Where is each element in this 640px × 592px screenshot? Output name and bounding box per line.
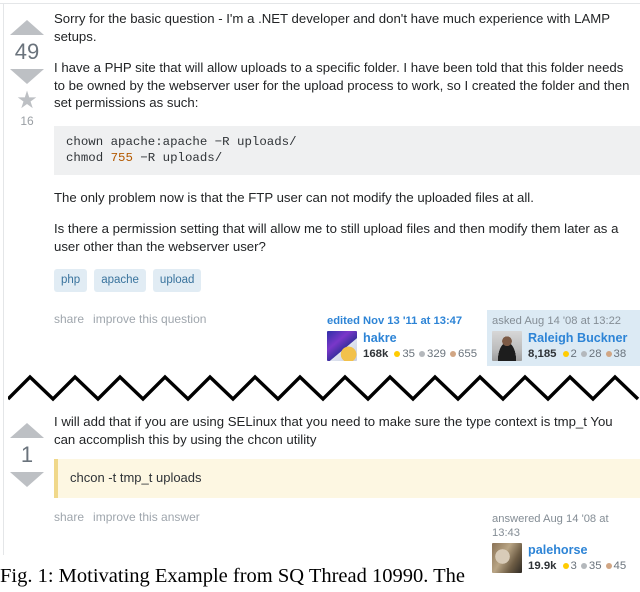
asker-username[interactable]: Raleigh Buckner (528, 331, 627, 346)
silver-badge-icon (580, 351, 587, 357)
improve-answer-link[interactable]: improve this answer (93, 510, 200, 525)
editor-gold-badge: 35 (394, 347, 415, 361)
code-line-2-number: 755 (110, 151, 133, 165)
answer-paragraph: I will add that if you are using SELinux… (54, 414, 613, 447)
editor-bronze-count: 655 (458, 348, 478, 360)
question-paragraph-1: Sorry for the basic question - I'm a .NE… (54, 11, 610, 44)
so-thread-figure: 49 ★ 16 Sorry for the basic question - I… (0, 0, 640, 592)
asker-reputation-badges: 8,185 2 28 38 (528, 347, 627, 361)
editor-user-card: edited Nov 13 '11 at 13:47 hakre 168k 35… (322, 310, 477, 366)
asker-reputation: 8,185 (528, 348, 557, 360)
asker-gold-badge: 2 (562, 347, 577, 361)
question-user-cards: edited Nov 13 '11 at 13:47 hakre 168k 35… (322, 310, 640, 366)
editor-reputation: 168k (363, 348, 389, 360)
answer-post: 1 I will add that if you are using SELin… (0, 413, 640, 578)
question-paragraph-4: Is there a permission setting that will … (54, 221, 619, 254)
question-post: 49 ★ 16 Sorry for the basic question - I… (0, 10, 640, 366)
gold-badge-icon (394, 351, 401, 357)
share-question-link[interactable]: share (54, 312, 84, 327)
bronze-badge-icon (605, 351, 612, 357)
editor-silver-badge: 329 (419, 347, 446, 361)
asker-avatar[interactable] (492, 331, 522, 361)
improve-question-link[interactable]: improve this question (93, 312, 206, 327)
question-paragraph-3: The only problem now is that the FTP use… (54, 189, 534, 205)
bronze-badge-icon (450, 351, 457, 357)
tag-apache[interactable]: apache (94, 269, 146, 292)
answer-vote-cell: 1 (0, 413, 54, 487)
editor-reputation-badges: 168k 35 329 655 (363, 347, 477, 361)
answer-body: I will add that if you are using SELinux… (54, 413, 640, 578)
question-footer: share improve this question edited Nov 1… (54, 310, 640, 366)
asker-bronze-badge: 38 (605, 347, 627, 361)
editor-username[interactable]: hakre (363, 331, 477, 346)
code-line-2-post: −R uploads/ (132, 151, 223, 165)
zigzag-divider-icon (8, 374, 640, 402)
question-vote-cell: 49 ★ 16 (0, 10, 54, 129)
answer-code-block: chcon -t tmp_t uploads (54, 459, 640, 498)
answer-vote-count: 1 (20, 442, 34, 467)
answerer-username[interactable]: palehorse (528, 543, 626, 558)
gold-badge-icon (562, 351, 569, 357)
asker-bronze-count: 38 (613, 348, 627, 360)
question-actions: share improve this question (54, 310, 206, 327)
editor-action-timestamp[interactable]: edited Nov 13 '11 at 13:47 (327, 314, 470, 328)
editor-gold-count: 35 (402, 348, 416, 360)
answer-upvote-icon[interactable] (10, 423, 44, 438)
question-favorite-count: 16 (20, 114, 34, 128)
question-code-block: chown apache:apache −R uploads/ chmod 75… (54, 125, 640, 175)
editor-bronze-badge: 655 (450, 347, 477, 361)
question-vote-count: 49 (14, 39, 40, 64)
editor-avatar[interactable] (327, 331, 357, 361)
code-line-2-pre: chmod (66, 151, 111, 165)
top-divider (0, 3, 640, 4)
asker-action-timestamp[interactable]: asked Aug 14 '08 at 13:22 (492, 314, 635, 328)
tag-php[interactable]: php (54, 269, 88, 292)
question-tag-list: php apache upload (54, 269, 640, 292)
silver-badge-icon (419, 351, 426, 357)
downvote-icon[interactable] (10, 69, 44, 84)
asker-user-card: asked Aug 14 '08 at 13:22 Raleigh Buckne… (487, 310, 640, 366)
upvote-icon[interactable] (10, 20, 44, 35)
favorite-star-icon[interactable]: ★ (16, 89, 38, 113)
code-line-1: chown apache:apache −R uploads/ (66, 134, 297, 149)
question-body: Sorry for the basic question - I'm a .NE… (54, 10, 640, 366)
asker-gold-count: 2 (570, 348, 577, 360)
tag-upload[interactable]: upload (152, 269, 202, 292)
asker-silver-badge: 28 (580, 347, 602, 361)
answer-actions: share improve this answer (54, 508, 200, 525)
answerer-action-timestamp[interactable]: answered Aug 14 '08 at 13:43 (492, 512, 635, 540)
question-paragraph-2: I have a PHP site that will allow upload… (54, 60, 630, 110)
asker-silver-count: 28 (588, 348, 602, 360)
answer-downvote-icon[interactable] (10, 472, 44, 487)
editor-silver-count: 329 (427, 348, 447, 360)
figure-caption: Fig. 1: Motivating Example from SQ Threa… (0, 565, 465, 587)
share-answer-link[interactable]: share (54, 510, 84, 525)
